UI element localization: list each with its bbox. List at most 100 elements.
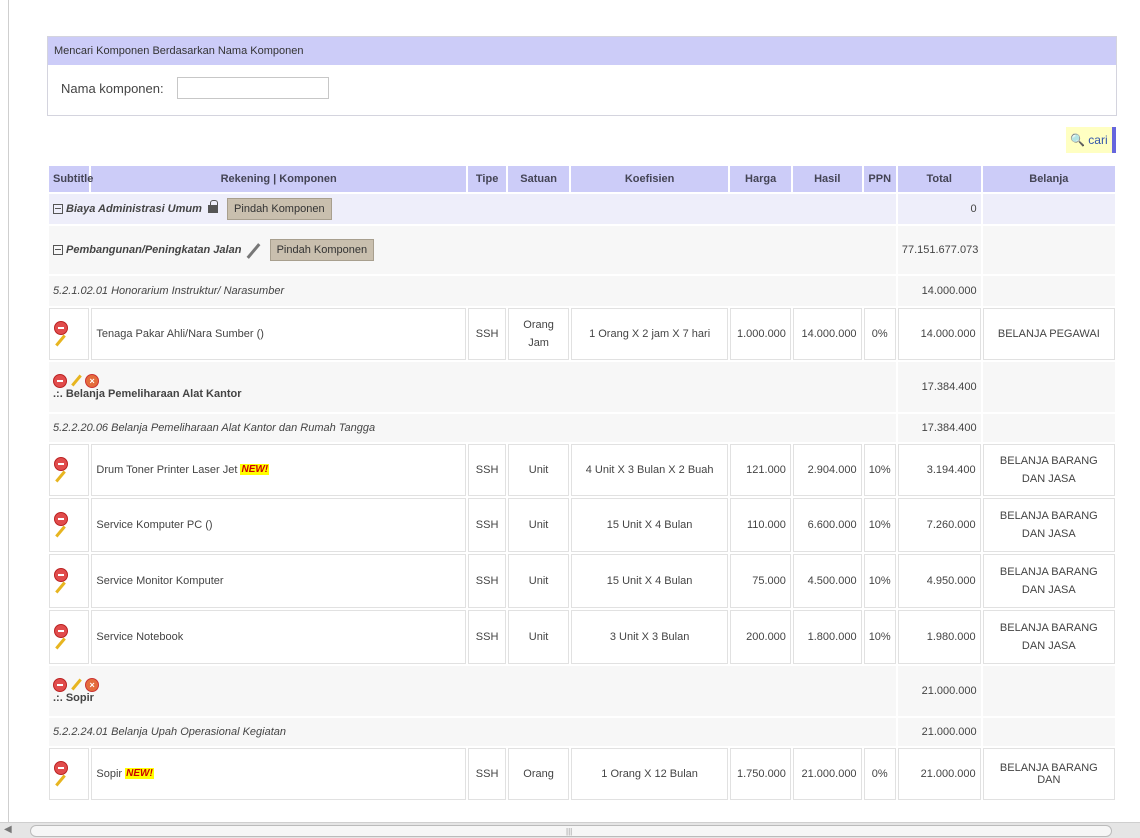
hasil-cell: 14.000.000 xyxy=(792,308,862,360)
tipe-cell: SSH xyxy=(467,498,507,552)
action-cell xyxy=(49,498,90,552)
delete-icon[interactable] xyxy=(53,678,67,692)
koefisien-cell: 4 Unit X 3 Bulan X 2 Buah xyxy=(570,444,729,496)
scrollbar-thumb[interactable]: ||| xyxy=(30,825,1112,837)
edit-icon[interactable] xyxy=(54,526,66,538)
horizontal-scrollbar[interactable]: ◀ ||| xyxy=(0,822,1140,838)
search-panel: Mencari Komponen Berdasarkan Nama Kompon… xyxy=(47,36,1117,116)
komponen-table: Subtitle Rekening | Komponen Tipe Satuan… xyxy=(47,164,1117,802)
close-icon[interactable]: × xyxy=(85,374,100,388)
group-total: 21.000.000 xyxy=(897,666,981,716)
lock-open-icon[interactable] xyxy=(207,200,218,214)
col-belanja: Belanja xyxy=(982,166,1115,192)
group-row: × .:. Sopir 21.000.000 xyxy=(49,666,1115,716)
komponen-name: Drum Toner Printer Laser Jet xyxy=(96,464,238,476)
tipe-cell: SSH xyxy=(467,748,507,800)
satuan-cell: Unit xyxy=(508,444,569,496)
edit-icon[interactable] xyxy=(70,375,82,387)
delete-icon[interactable] xyxy=(54,456,68,471)
collapse-icon[interactable] xyxy=(53,204,63,215)
delete-icon[interactable] xyxy=(54,567,68,582)
group-name: .:. Sopir xyxy=(53,692,94,704)
ppn-cell: 10% xyxy=(863,610,896,664)
rekening-total: 17.384.400 xyxy=(897,414,981,442)
collapse-icon[interactable] xyxy=(53,245,63,256)
delete-icon[interactable] xyxy=(54,760,68,775)
hasil-cell: 21.000.000 xyxy=(792,748,862,800)
total-cell: 7.260.000 xyxy=(897,498,981,552)
pindah-komponen-button[interactable]: Pindah Komponen xyxy=(269,239,375,261)
delete-icon[interactable] xyxy=(53,374,67,388)
nama-komponen-input[interactable] xyxy=(176,77,329,99)
empty-cell xyxy=(982,718,1115,746)
komponen-name: Service Komputer PC () xyxy=(91,498,466,552)
ppn-cell: 10% xyxy=(863,554,896,608)
komponen-cell: Drum Toner Printer Laser Jet NEW! xyxy=(91,444,466,496)
satuan-cell: Unit xyxy=(508,554,569,608)
group-total: 17.384.400 xyxy=(897,362,981,412)
rekening-total: 21.000.000 xyxy=(897,718,981,746)
delete-icon[interactable] xyxy=(54,511,68,526)
delete-icon[interactable] xyxy=(54,320,68,335)
table-row: Drum Toner Printer Laser Jet NEW! SSH Un… xyxy=(49,444,1115,496)
koefisien-cell: 3 Unit X 3 Bulan xyxy=(570,610,729,664)
koefisien-cell: 15 Unit X 4 Bulan xyxy=(570,554,729,608)
hasil-cell: 1.800.000 xyxy=(792,610,862,664)
edit-icon[interactable] xyxy=(54,471,66,483)
table-header-row: Subtitle Rekening | Komponen Tipe Satuan… xyxy=(49,166,1115,192)
empty-cell xyxy=(982,362,1115,412)
subtitle-name: Pembangunan/Peningkatan Jalan xyxy=(66,244,242,256)
subtitle-row: Pembangunan/Peningkatan Jalan Pindah Kom… xyxy=(49,226,1115,274)
ppn-cell: 10% xyxy=(863,444,896,496)
edit-pencil-icon[interactable] xyxy=(245,242,261,258)
cari-button[interactable]: 🔍 cari xyxy=(1066,127,1116,153)
col-total: Total xyxy=(897,166,981,192)
edit-icon[interactable] xyxy=(54,638,66,650)
col-tipe: Tipe xyxy=(467,166,507,192)
table-row: Service Komputer PC () SSH Unit 15 Unit … xyxy=(49,498,1115,552)
ppn-cell: 0% xyxy=(863,748,896,800)
col-hasil: Hasil xyxy=(792,166,862,192)
belanja-cell: BELANJA BARANG DAN JASA xyxy=(982,610,1115,664)
edit-icon[interactable] xyxy=(54,775,66,787)
komponen-name: Sopir xyxy=(96,768,123,780)
action-cell xyxy=(49,308,90,360)
edit-icon[interactable] xyxy=(70,679,82,691)
subtitle-name: Biaya Administrasi Umum xyxy=(66,203,202,215)
edit-icon[interactable] xyxy=(54,582,66,594)
komponen-name: Service Monitor Komputer xyxy=(91,554,466,608)
harga-cell: 110.000 xyxy=(730,498,791,552)
table-row: Tenaga Pakar Ahli/Nara Sumber () SSH Ora… xyxy=(49,308,1115,360)
scroll-left-arrow-icon[interactable]: ◀ xyxy=(4,824,12,835)
empty-cell xyxy=(982,414,1115,442)
subtitle-cell: Biaya Administrasi Umum Pindah Komponen xyxy=(49,194,896,224)
empty-cell xyxy=(982,666,1115,716)
rekening-row: 5.2.2.24.01 Belanja Upah Operasional Keg… xyxy=(49,718,1115,746)
empty-cell xyxy=(982,226,1115,274)
group-cell: × .:. Sopir xyxy=(49,666,896,716)
satuan-cell: Orang Jam xyxy=(508,308,569,360)
belanja-cell: BELANJA BARANG DAN JASA xyxy=(982,498,1115,552)
pindah-komponen-button[interactable]: Pindah Komponen xyxy=(227,198,332,220)
search-icon: 🔍 xyxy=(1070,133,1086,147)
total-cell: 1.980.000 xyxy=(897,610,981,664)
delete-icon[interactable] xyxy=(54,623,68,638)
rekening-row: 5.2.1.02.01 Honorarium Instruktur/ Naras… xyxy=(49,276,1115,306)
koefisien-cell: 1 Orang X 12 Bulan xyxy=(570,748,729,800)
edit-icon[interactable] xyxy=(54,335,66,347)
table-row: Service Notebook SSH Unit 3 Unit X 3 Bul… xyxy=(49,610,1115,664)
group-row: × .:. Belanja Pemeliharaan Alat Kantor 1… xyxy=(49,362,1115,412)
ppn-cell: 0% xyxy=(863,308,896,360)
new-badge: NEW! xyxy=(125,768,154,779)
rekening-cell: 5.2.1.02.01 Honorarium Instruktur/ Naras… xyxy=(49,276,896,306)
subtitle-total: 77.151.677.073 xyxy=(897,226,981,274)
close-icon[interactable]: × xyxy=(85,678,100,692)
total-cell: 14.000.000 xyxy=(897,308,981,360)
cari-label: cari xyxy=(1088,133,1108,147)
harga-cell: 1.000.000 xyxy=(730,308,791,360)
harga-cell: 1.750.000 xyxy=(730,748,791,800)
rekening-cell: 5.2.2.20.06 Belanja Pemeliharaan Alat Ka… xyxy=(49,414,896,442)
subtitle-cell: Pembangunan/Peningkatan Jalan Pindah Kom… xyxy=(49,226,896,274)
ppn-cell: 10% xyxy=(863,498,896,552)
subtitle-row: Biaya Administrasi Umum Pindah Komponen … xyxy=(49,194,1115,224)
